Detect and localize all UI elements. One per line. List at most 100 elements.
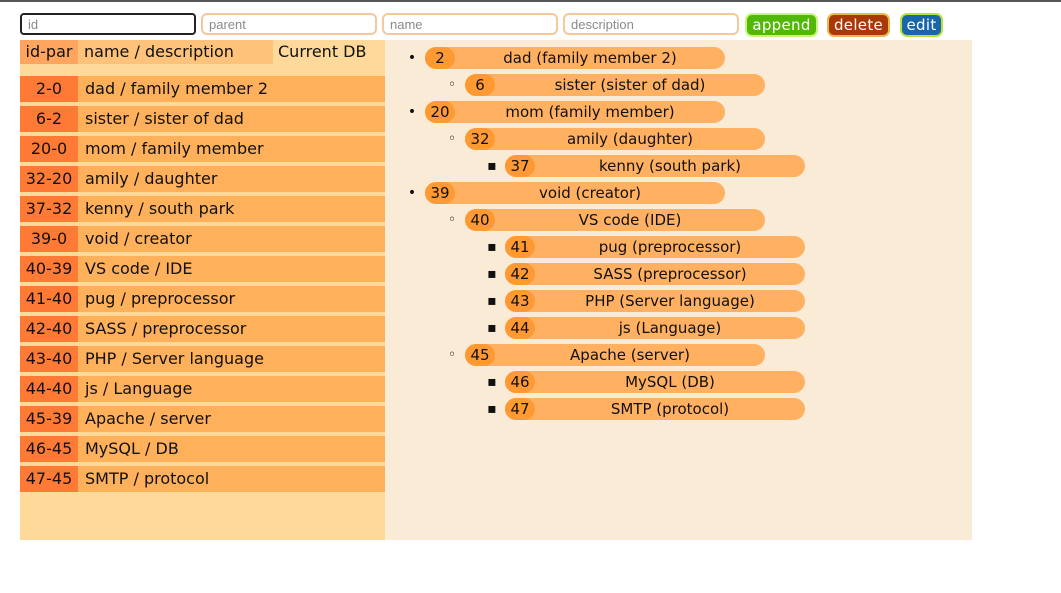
current-db-title: Current DB	[278, 42, 367, 61]
db-list-panel: id-par name / description Current DB 2-0…	[20, 40, 385, 540]
tree-bullet: •	[407, 104, 417, 120]
row-id-parent: 41-40	[20, 286, 78, 312]
row-id-parent: 20-0	[20, 136, 78, 162]
tree-node[interactable]: ◦ 6 sister (sister of dad)	[385, 74, 972, 96]
tree-node-pill[interactable]: 44 js (Language)	[505, 317, 805, 339]
tree-node-pill[interactable]: 2 dad (family member 2)	[425, 47, 725, 69]
db-row[interactable]: 46-45 MySQL / DB	[20, 436, 385, 462]
db-row[interactable]: 43-40 PHP / Server language	[20, 346, 385, 372]
tree-bullet: •	[407, 50, 417, 66]
tree-node-pill[interactable]: 47 SMTP (protocol)	[505, 398, 805, 420]
tree-node[interactable]: ▪ 47 SMTP (protocol)	[385, 398, 972, 420]
row-id-parent: 46-45	[20, 436, 78, 462]
tree-bullet: ▪	[487, 320, 497, 336]
tree-node-label: dad (family member 2)	[503, 49, 677, 67]
row-name-description: SASS / preprocessor	[85, 319, 247, 338]
row-name-description: Apache / server	[85, 409, 211, 428]
tree-node-label: void (creator)	[539, 184, 641, 202]
row-name-description: dad / family member 2	[85, 79, 269, 98]
tree-node-pill[interactable]: 41 pug (preprocessor)	[505, 236, 805, 258]
row-name-description: js / Language	[85, 379, 193, 398]
tree-node-pill[interactable]: 40 VS code (IDE)	[465, 209, 765, 231]
tree-bullet: ▪	[487, 239, 497, 255]
tree-node[interactable]: ◦ 32 amily (daughter)	[385, 128, 972, 150]
id-par-header: id-par	[20, 40, 78, 64]
tree-node-label: PHP (Server language)	[585, 292, 755, 310]
tree-node-label: VS code (IDE)	[578, 211, 682, 229]
tree-node-id: 42	[505, 263, 535, 285]
tree-bullet: ▪	[487, 158, 497, 174]
db-row[interactable]: 47-45 SMTP / protocol	[20, 466, 385, 492]
tree-node-label: js (Language)	[618, 319, 722, 337]
tree-node-id: 37	[505, 155, 535, 177]
tree-node-id: 45	[465, 344, 495, 366]
parent-input[interactable]	[201, 13, 377, 35]
delete-button[interactable]: delete	[827, 13, 890, 37]
row-id-parent: 6-2	[20, 106, 78, 132]
tree-bullet: ▪	[487, 293, 497, 309]
row-id-parent: 43-40	[20, 346, 78, 372]
tree-node-label: MySQL (DB)	[625, 373, 715, 391]
tree-node-pill[interactable]: 42 SASS (preprocessor)	[505, 263, 805, 285]
tree-node[interactable]: • 39 void (creator)	[385, 182, 972, 204]
tree-node[interactable]: ▪ 37 kenny (south park)	[385, 155, 972, 177]
tree-node[interactable]: • 2 dad (family member 2)	[385, 47, 972, 69]
tree-node-pill[interactable]: 37 kenny (south park)	[505, 155, 805, 177]
tree-node-pill[interactable]: 32 amily (daughter)	[465, 128, 765, 150]
tree-node-pill[interactable]: 46 MySQL (DB)	[505, 371, 805, 393]
tree-node-id: 32	[465, 128, 495, 150]
row-name-description: MySQL / DB	[85, 439, 179, 458]
row-name-description: SMTP / protocol	[85, 469, 210, 488]
db-row[interactable]: 39-0 void / creator	[20, 226, 385, 252]
tree-node[interactable]: ▪ 42 SASS (preprocessor)	[385, 263, 972, 285]
tree-bullet: ▪	[487, 374, 497, 390]
tree-bullet: ◦	[447, 131, 457, 147]
append-button[interactable]: append	[745, 13, 818, 37]
tree-node-id: 39	[425, 182, 455, 204]
row-name-description: sister / sister of dad	[85, 109, 244, 128]
db-row[interactable]: 41-40 pug / preprocessor	[20, 286, 385, 312]
tree-node-id: 41	[505, 236, 535, 258]
row-name-description: mom / family member	[85, 139, 264, 158]
tree-node-label: pug (preprocessor)	[598, 238, 742, 256]
name-description-header: name / description	[78, 40, 273, 64]
tree-node-pill[interactable]: 43 PHP (Server language)	[505, 290, 805, 312]
tree-node-pill[interactable]: 6 sister (sister of dad)	[465, 74, 765, 96]
db-row[interactable]: 42-40 SASS / preprocessor	[20, 316, 385, 342]
edit-button[interactable]: edit	[900, 13, 943, 37]
tree-node[interactable]: ▪ 46 MySQL (DB)	[385, 371, 972, 393]
db-row[interactable]: 32-20 amily / daughter	[20, 166, 385, 192]
tree-node-id: 20	[425, 101, 455, 123]
tree-bullet: ▪	[487, 401, 497, 417]
row-id-parent: 2-0	[20, 76, 78, 102]
name-input[interactable]	[382, 13, 558, 35]
tree-bullet: ◦	[447, 77, 457, 93]
tree-node-pill[interactable]: 20 mom (family member)	[425, 101, 725, 123]
db-row[interactable]: 20-0 mom / family member	[20, 136, 385, 162]
tree-node[interactable]: ▪ 44 js (Language)	[385, 317, 972, 339]
db-row[interactable]: 37-32 kenny / south park	[20, 196, 385, 222]
tree-node[interactable]: ◦ 40 VS code (IDE)	[385, 209, 972, 231]
db-row[interactable]: 2-0 dad / family member 2	[20, 76, 385, 102]
tree-node-id: 6	[465, 74, 495, 96]
tree-node-pill[interactable]: 45 Apache (server)	[465, 344, 765, 366]
row-name-description: amily / daughter	[85, 169, 218, 188]
id-input[interactable]	[20, 13, 196, 35]
tree-node-pill[interactable]: 39 void (creator)	[425, 182, 725, 204]
tree-node[interactable]: ▪ 41 pug (preprocessor)	[385, 236, 972, 258]
db-row[interactable]: 44-40 js / Language	[20, 376, 385, 402]
tree-node[interactable]: ▪ 43 PHP (Server language)	[385, 290, 972, 312]
row-id-parent: 32-20	[20, 166, 78, 192]
tree-node[interactable]: ◦ 45 Apache (server)	[385, 344, 972, 366]
row-name-description: void / creator	[85, 229, 192, 248]
row-id-parent: 37-32	[20, 196, 78, 222]
db-row[interactable]: 45-39 Apache / server	[20, 406, 385, 432]
db-row[interactable]: 6-2 sister / sister of dad	[20, 106, 385, 132]
tree-node-label: SMTP (protocol)	[610, 400, 730, 418]
description-input[interactable]	[563, 13, 739, 35]
tree-node-id: 40	[465, 209, 495, 231]
tree-node[interactable]: • 20 mom (family member)	[385, 101, 972, 123]
tree-node-label: mom (family member)	[505, 103, 675, 121]
db-row[interactable]: 40-39 VS code / IDE	[20, 256, 385, 282]
row-name-description: kenny / south park	[85, 199, 235, 218]
